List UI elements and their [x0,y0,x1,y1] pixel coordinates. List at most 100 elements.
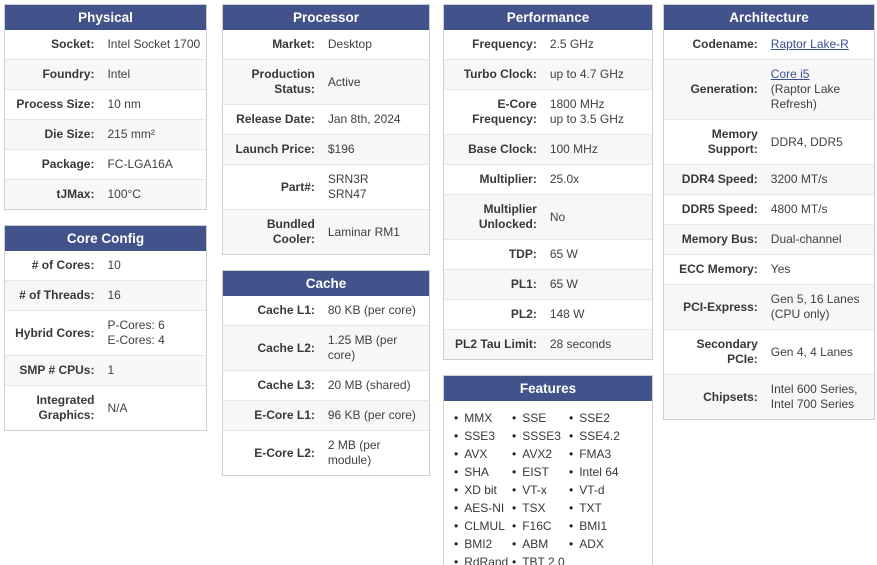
spec-row: # of Threads: 16 [5,280,206,310]
spec-label: E-Core Frequency: [472,97,537,126]
spec-row: tJMax: 100°C [5,179,206,209]
spec-value: No [549,209,566,224]
spec-row: TDP: 65 W [444,239,652,269]
spec-value: 65 W [549,277,578,291]
spec-row: Turbo Clock: up to 4.7 GHz [444,59,652,89]
spec-row: ECC Memory: Yes [664,254,874,284]
codename-link[interactable]: Raptor Lake-R [771,37,849,51]
spec-row: Process Size: 10 nm [5,89,206,119]
spec-row: DDR4 Speed: 3200 MT/s [664,164,874,194]
spec-value: 148 W [549,307,585,321]
performance-rows: Frequency: 2.5 GHz Turbo Clock: up to 4.… [444,30,652,359]
spec-row: Cache L3: 20 MB (shared) [223,370,429,400]
feature-item: VT-d [569,482,646,499]
spec-value: Gen 4, 4 Lanes [770,344,853,359]
spec-value: 1800 MHz up to 3.5 GHz [549,97,624,126]
processor-table: Processor Market: Desktop Production Sta… [222,4,430,255]
spec-label: PL2 Tau Limit: [455,337,537,351]
spec-row: Bundled Cooler: Laminar RM1 [223,209,429,254]
spec-label: Frequency: [472,37,537,51]
spec-label: # of Cores: [31,258,95,272]
spec-label: Process Size: [16,97,95,111]
feature-item: CLMUL [454,518,512,535]
features-column: MMX SSE3 AVX SHA XD bit AES-NI CLMUL BMI… [454,410,512,565]
spec-label: Launch Price: [235,142,315,156]
feature-item: BMI2 [454,536,512,553]
feature-item: ADX [569,536,646,553]
spec-row: Part#: SRN3R SRN47 [223,164,429,209]
spec-row: # of Cores: 10 [5,251,206,280]
spec-value: 10 [107,258,121,272]
spec-label: ECC Memory: [679,262,758,276]
column-1: Physical Socket: Intel Socket 1700 Found… [4,4,207,431]
spec-label: Base Clock: [468,142,537,156]
spec-row: Market: Desktop [223,30,429,59]
features-table-header: Features [444,376,652,401]
spec-label: Bundled Cooler: [266,217,315,246]
spec-label: Release Date: [236,112,315,126]
spec-value: Dual-channel [770,232,842,246]
spec-value: 10 nm [107,97,141,111]
spec-value: 28 seconds [549,337,612,351]
spec-value: 1.25 MB (per core) [327,333,398,362]
spec-value: 20 MB (shared) [327,378,411,392]
physical-table-header: Physical [5,5,206,30]
feature-item: AVX2 [512,446,569,463]
feature-item: AVX [454,446,512,463]
spec-row: Base Clock: 100 MHz [444,134,652,164]
feature-item: SSSE3 [512,428,569,445]
spec-row: DDR5 Speed: 4800 MT/s [664,194,874,224]
feature-item: EIST [512,464,569,481]
spec-value: 16 [107,288,121,302]
spec-value: 3200 MT/s [770,172,828,186]
spec-value: 4800 MT/s [770,202,828,216]
spec-row: PCI-Express: Gen 5, 16 Lanes (CPU only) [664,284,874,329]
spec-label: Cache L2: [257,340,315,355]
generation-suffix: (Raptor Lake Refresh) [770,82,841,111]
feature-item: SHA [454,464,512,481]
spec-row: Hybrid Cores: P-Cores: 6 E-Cores: 4 [5,310,206,355]
spec-value: P-Cores: 6 E-Cores: 4 [107,318,165,347]
feature-item: MMX [454,410,512,427]
feature-item: TBT 2.0 [512,554,569,565]
feature-item: SSE4.2 [569,428,646,445]
spec-value: Desktop [327,37,372,51]
processor-table-header: Processor [223,5,429,30]
feature-item: XD bit [454,482,512,499]
generation-link[interactable]: Core i5 [771,67,810,81]
spec-row: Frequency: 2.5 GHz [444,30,652,59]
spec-row: Cache L1: 80 KB (per core) [223,296,429,325]
cpu-spec-page: Physical Socket: Intel Socket 1700 Found… [0,0,877,565]
spec-row: Multiplier Unlocked: No [444,194,652,239]
spec-row: Cache L2: 1.25 MB (per core) [223,325,429,370]
spec-value: FC-LGA16A [107,157,173,171]
features-column: SSE SSSE3 AVX2 EIST VT-x TSX F16C ABM TB… [512,410,569,565]
spec-row: Memory Bus: Dual-channel [664,224,874,254]
spec-row: Die Size: 215 mm² [5,119,206,149]
spec-label: Package: [41,157,95,171]
spec-label: Generation: [690,82,758,96]
spec-value: Core i5 (Raptor Lake Refresh) [765,60,874,119]
spec-value: 100°C [107,187,141,201]
spec-label: PL1: [510,277,537,291]
spec-label: TDP: [508,247,537,261]
feature-item: Intel 64 [569,464,646,481]
feature-item: ABM [512,536,569,553]
spec-row: Secondary PCIe: Gen 4, 4 Lanes [664,329,874,374]
feature-item: TSX [512,500,569,517]
architecture-rows: Codename: Raptor Lake-R Generation: Core… [664,30,874,419]
spec-label: Cache L3: [257,378,315,392]
spec-value: Jan 8th, 2024 [327,112,401,126]
spec-value: 100 MHz [549,142,598,156]
spec-row: Multiplier: 25.0x [444,164,652,194]
spec-label: Market: [272,37,315,51]
spec-label: Memory Bus: [681,232,758,246]
spec-value: Intel Socket 1700 [107,37,201,51]
spec-label: Multiplier: [479,172,537,186]
spec-label: Cache L1: [257,303,315,317]
features-column: SSE2 SSE4.2 FMA3 Intel 64 VT-d TXT BMI1 … [569,410,646,565]
spec-value: Gen 5, 16 Lanes (CPU only) [770,292,860,321]
cache-rows: Cache L1: 80 KB (per core) Cache L2: 1.2… [223,296,429,475]
spec-row: E-Core L2: 2 MB (per module) [223,430,429,475]
feature-item: TXT [569,500,646,517]
